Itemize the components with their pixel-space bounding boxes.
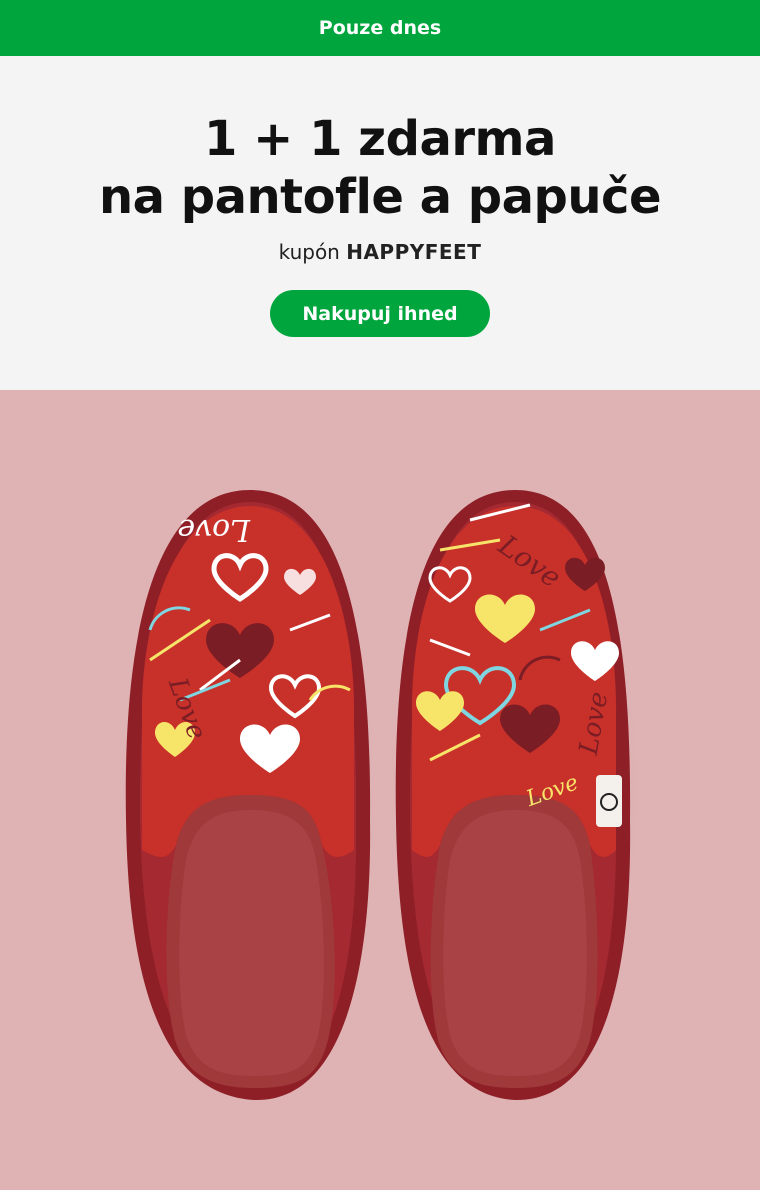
slippers-illustration: Love Love Love Love Love <box>112 470 656 1110</box>
headline-line-1: 1 + 1 zdarma <box>204 111 556 167</box>
hero-section: 1 + 1 zdarma na pantofle a papuče kupón … <box>0 56 760 390</box>
product-image[interactable]: Love Love Love Love Love <box>0 390 760 1190</box>
coupon-prefix: kupón <box>278 240 340 264</box>
left-slipper: Love Love <box>112 470 392 1110</box>
coupon-text: kupón HAPPYFEET <box>279 240 482 264</box>
brand-tag <box>596 775 622 827</box>
right-slipper: Love Love Love <box>376 470 656 1110</box>
left-print-text: Love <box>177 512 251 547</box>
coupon-code: HAPPYFEET <box>346 240 482 264</box>
headline-line-2: na pantofle a papuče <box>98 169 662 225</box>
top-banner: Pouze dnes <box>0 0 760 56</box>
banner-label: Pouze dnes <box>318 17 442 39</box>
headline: 1 + 1 zdarma na pantofle a papuče <box>98 110 662 226</box>
shop-now-button[interactable]: Nakupuj ihned <box>270 290 490 337</box>
